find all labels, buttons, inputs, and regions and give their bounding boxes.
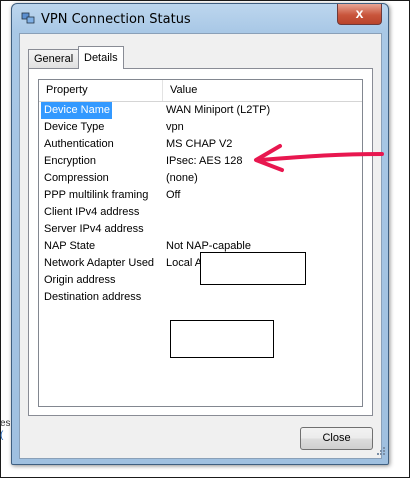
property-cell: Encryption bbox=[44, 155, 96, 167]
list-item[interactable]: Destination address bbox=[39, 289, 362, 306]
list-item[interactable]: Server IPv4 address bbox=[39, 221, 362, 238]
property-cell: Origin address bbox=[44, 274, 116, 286]
property-cell: Client IPv4 address bbox=[44, 206, 140, 218]
dialog-client-area: General Details Property Value Device Na… bbox=[19, 33, 382, 459]
list-header: Property Value bbox=[39, 80, 362, 102]
close-button[interactable]: Close bbox=[300, 427, 373, 450]
title-bar[interactable]: VPN Connection Status x bbox=[12, 4, 388, 34]
property-cell: Compression bbox=[44, 172, 109, 184]
property-cell: NAP State bbox=[44, 240, 96, 252]
network-connection-icon bbox=[21, 12, 35, 24]
value-cell: (none) bbox=[166, 172, 198, 184]
value-cell: WAN Miniport (L2TP) bbox=[166, 104, 271, 116]
window-title: VPN Connection Status bbox=[41, 12, 191, 27]
list-item[interactable]: Client IPv4 address bbox=[39, 204, 362, 221]
redaction-box-ip-addresses bbox=[200, 252, 306, 285]
property-cell: Server IPv4 address bbox=[44, 223, 144, 235]
window-close-button[interactable]: x bbox=[337, 4, 382, 25]
property-cell: Device Name bbox=[41, 102, 113, 119]
list-item[interactable]: Device Name WAN Miniport (L2TP) bbox=[39, 102, 362, 119]
red-arrow-annotation bbox=[254, 144, 384, 172]
background-icon: ( bbox=[0, 430, 4, 441]
property-cell: PPP multilink framing bbox=[44, 189, 149, 201]
background-window-fragment: es ( bbox=[0, 418, 10, 458]
column-header-property[interactable]: Property bbox=[39, 80, 163, 101]
redaction-box-origin-destination bbox=[170, 320, 274, 358]
column-header-value[interactable]: Value bbox=[163, 80, 360, 101]
value-cell: vpn bbox=[166, 121, 184, 133]
property-cell: Network Adapter Used bbox=[44, 257, 155, 269]
background-text: es bbox=[0, 418, 10, 429]
property-cell: Device Type bbox=[44, 121, 105, 133]
resize-grip-icon[interactable] bbox=[374, 444, 386, 456]
tab-general[interactable]: General bbox=[28, 49, 80, 68]
property-cell: Destination address bbox=[44, 291, 142, 303]
list-item[interactable]: PPP multilink framing Off bbox=[39, 187, 362, 204]
value-cell: Off bbox=[166, 189, 181, 201]
vpn-status-window: VPN Connection Status x General Details … bbox=[11, 3, 389, 465]
tab-details[interactable]: Details bbox=[78, 46, 124, 69]
property-cell: Authentication bbox=[44, 138, 114, 150]
